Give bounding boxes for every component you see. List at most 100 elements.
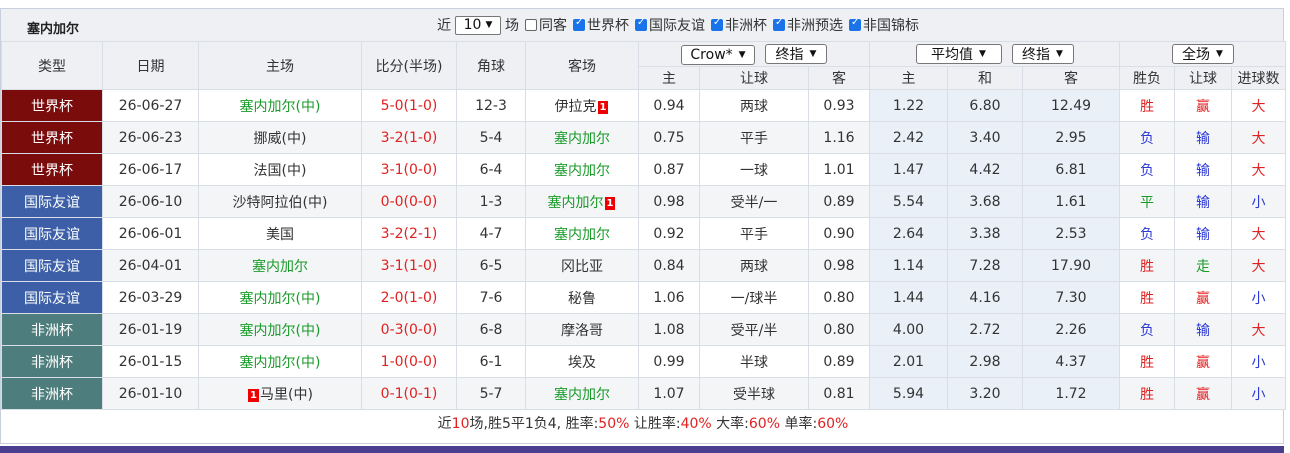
- home-team[interactable]: 沙特阿拉伯(中): [198, 185, 362, 218]
- match-score[interactable]: 3-1(1-0): [361, 249, 457, 282]
- euro-home-odds: 5.94: [869, 377, 948, 410]
- home-team[interactable]: 法国(中): [198, 153, 362, 186]
- filter-checkbox[interactable]: [635, 17, 647, 31]
- league-badge[interactable]: 世界杯: [1, 121, 103, 154]
- league-badge[interactable]: 国际友谊: [1, 281, 103, 314]
- euro-home-odds: 2.01: [869, 345, 948, 378]
- league-badge[interactable]: 非洲杯: [1, 313, 103, 346]
- match-score[interactable]: 0-1(0-1): [361, 377, 457, 410]
- asian-away-odds: 0.93: [808, 89, 870, 122]
- match-score[interactable]: 3-1(0-0): [361, 153, 457, 186]
- col-away: 客场: [525, 41, 639, 90]
- away-team[interactable]: 伊拉克 1: [525, 89, 639, 122]
- euro-company-select[interactable]: 平均值 ▼: [915, 44, 1002, 64]
- home-team[interactable]: 塞内加尔(中): [198, 345, 362, 378]
- recent-matches-panel: 塞内加尔 近 10▼ 场 同客世界杯国际友谊非洲杯非洲预选非国锦标 类型 日期 …: [0, 8, 1286, 444]
- chevron-down-icon: ▼: [738, 49, 746, 60]
- match-score[interactable]: 1-0(0-0): [361, 345, 457, 378]
- home-team[interactable]: 塞内加尔(中): [198, 281, 362, 314]
- table-row: 非洲杯 26-01-15 塞内加尔(中) 1-0(0-0) 6-1 埃及 0.99 半球 0.8…: [1, 345, 1286, 378]
- result-goals: 小: [1231, 345, 1286, 378]
- table-row: 国际友谊 26-03-29 塞内加尔(中) 2-0(1-0) 7-6 秘鲁 1.06 一/球半…: [1, 281, 1286, 314]
- col-euro-home: 主: [869, 66, 948, 90]
- filter-item[interactable]: 同客: [519, 18, 567, 34]
- asian-period-select[interactable]: 终指 ▼: [765, 43, 827, 64]
- table-row: 国际友谊 26-06-10 沙特阿拉伯(中) 0-0(0-0) 1-3 塞内加尔 1 0.98…: [1, 185, 1286, 218]
- match-score[interactable]: 5-0(1-0): [361, 89, 457, 122]
- away-team[interactable]: 塞内加尔: [525, 217, 639, 250]
- filter-checkbox[interactable]: [525, 19, 537, 31]
- table-row: 世界杯 26-06-17 法国(中) 3-1(0-0) 6-4 塞内加尔 0.87 一球 1.0…: [1, 153, 1286, 186]
- filter-item[interactable]: 非洲杯: [705, 17, 767, 34]
- col-date: 日期: [102, 41, 199, 90]
- asian-away-odds: 0.80: [808, 281, 870, 314]
- away-team[interactable]: 摩洛哥: [525, 313, 639, 346]
- home-team[interactable]: 塞内加尔: [198, 249, 362, 282]
- away-team[interactable]: 冈比亚: [525, 249, 639, 282]
- asian-handicap-line: 两球: [699, 89, 809, 122]
- match-score[interactable]: 0-0(0-0): [361, 185, 457, 218]
- filter-bar: 近 10▼ 场 同客 世界杯 国际友谊 非洲杯 非洲预选 非国锦标: [437, 15, 919, 35]
- league-badge[interactable]: 非洲杯: [1, 377, 103, 410]
- euro-home-odds: 1.44: [869, 281, 948, 314]
- home-team[interactable]: 挪威(中): [198, 121, 362, 154]
- home-team[interactable]: 塞内加尔(中): [198, 89, 362, 122]
- asian-handicap-line: 两球: [699, 249, 809, 282]
- asian-home-odds: 0.98: [638, 185, 700, 218]
- asian-company-select[interactable]: Crow* ▼: [681, 44, 755, 65]
- league-badge[interactable]: 国际友谊: [1, 249, 103, 282]
- filter-checkbox[interactable]: [573, 17, 585, 31]
- filter-item[interactable]: 非洲预选: [767, 17, 843, 34]
- filter-checkbox[interactable]: [849, 17, 861, 31]
- asian-home-odds: 1.06: [638, 281, 700, 314]
- match-score[interactable]: 2-0(1-0): [361, 281, 457, 314]
- result-win-loss: 胜: [1119, 249, 1175, 282]
- league-badge[interactable]: 国际友谊: [1, 217, 103, 250]
- match-score[interactable]: 3-2(1-0): [361, 121, 457, 154]
- match-count-select[interactable]: 10 ▼: [455, 15, 501, 35]
- match-date: 26-06-10: [102, 185, 199, 218]
- recent-prefix: 近: [437, 18, 451, 34]
- result-handicap: 输: [1174, 121, 1232, 154]
- match-score[interactable]: 3-2(2-1): [361, 217, 457, 250]
- home-team[interactable]: 1 马里(中): [198, 377, 362, 410]
- result-scope-select[interactable]: 全场 ▼: [1171, 44, 1234, 64]
- asian-home-odds: 0.99: [638, 345, 700, 378]
- euro-home-odds: 1.22: [869, 89, 948, 122]
- red-card-icon: 1: [248, 388, 260, 402]
- asian-away-odds: 1.01: [808, 153, 870, 186]
- filter-checkbox[interactable]: [773, 17, 785, 31]
- result-handicap: 赢: [1174, 89, 1232, 122]
- filter-checkbox[interactable]: [711, 17, 723, 31]
- filter-item[interactable]: 非国锦标: [843, 17, 919, 34]
- col-type: 类型: [1, 41, 103, 90]
- result-header: 全场 ▼: [1119, 41, 1286, 67]
- result-handicap: 输: [1174, 217, 1232, 250]
- filter-item[interactable]: 国际友谊: [629, 17, 705, 34]
- away-team[interactable]: 塞内加尔: [525, 377, 639, 410]
- home-team[interactable]: 美国: [198, 217, 362, 250]
- match-score[interactable]: 0-3(0-0): [361, 313, 457, 346]
- league-badge[interactable]: 世界杯: [1, 89, 103, 122]
- league-badge[interactable]: 世界杯: [1, 153, 103, 186]
- away-team[interactable]: 塞内加尔 1: [525, 185, 639, 218]
- away-team[interactable]: 塞内加尔: [525, 121, 639, 154]
- away-team[interactable]: 塞内加尔: [525, 153, 639, 186]
- euro-home-odds: 2.42: [869, 121, 948, 154]
- euro-period-select[interactable]: 终指 ▼: [1011, 44, 1074, 64]
- corners: 12-3: [456, 89, 526, 122]
- corners: 1-3: [456, 185, 526, 218]
- col-corners: 角球: [456, 41, 526, 90]
- away-team[interactable]: 秘鲁: [525, 281, 639, 314]
- league-badge[interactable]: 国际友谊: [1, 185, 103, 218]
- home-team[interactable]: 塞内加尔(中): [198, 313, 362, 346]
- result-goals: 大: [1231, 217, 1286, 250]
- asian-handicap-line: 一球: [699, 153, 809, 186]
- table-row: 世界杯 26-06-23 挪威(中) 3-2(1-0) 5-4 塞内加尔 0.75 平手 1.1…: [1, 121, 1286, 154]
- euro-draw-odds: 3.40: [947, 121, 1023, 154]
- table-row: 国际友谊 26-04-01 塞内加尔 3-1(1-0) 6-5 冈比亚 0.84 两球 0.98…: [1, 249, 1286, 282]
- league-badge[interactable]: 非洲杯: [1, 345, 103, 378]
- filter-label: 非洲预选: [787, 18, 843, 34]
- away-team[interactable]: 埃及: [525, 345, 639, 378]
- filter-item[interactable]: 世界杯: [567, 17, 629, 34]
